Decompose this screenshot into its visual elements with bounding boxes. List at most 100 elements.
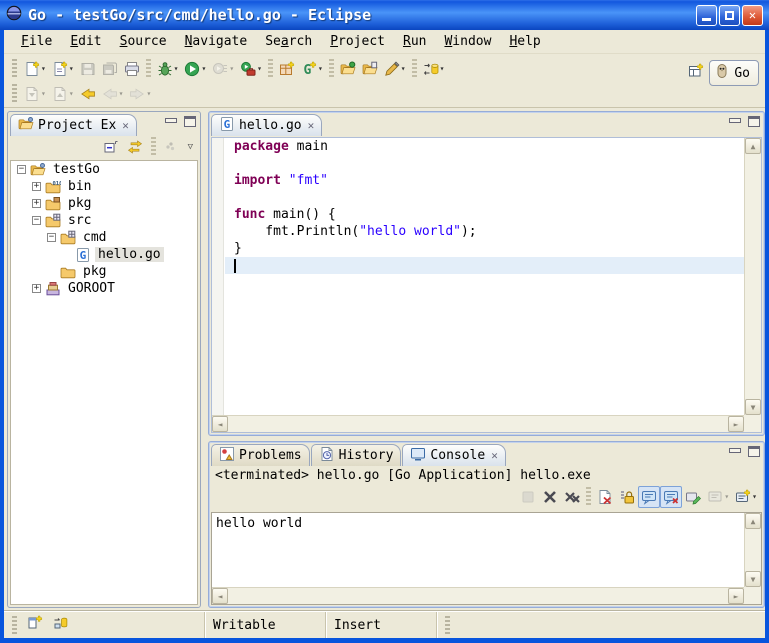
editor-vertical-scrollbar[interactable]: ▲ ▼ bbox=[744, 138, 761, 415]
debug-button[interactable]: ▾ bbox=[154, 58, 182, 80]
tree-expander-icon[interactable]: + bbox=[32, 182, 41, 191]
code-line-2[interactable] bbox=[225, 155, 744, 172]
console-horizontal-scrollbar[interactable]: ◄ ► bbox=[212, 587, 744, 604]
chevron-down-icon[interactable]: ▾ bbox=[146, 90, 151, 98]
toggle-mark-occurrences-button[interactable]: ▾ bbox=[420, 58, 448, 80]
scroll-left-icon[interactable]: ◄ bbox=[212, 416, 228, 432]
minimize-button[interactable] bbox=[696, 5, 717, 26]
minimize-view-button[interactable] bbox=[164, 116, 176, 127]
run-button[interactable]: ▾ bbox=[181, 58, 209, 80]
link-with-editor-button[interactable] bbox=[124, 136, 146, 158]
minimize-view-button[interactable] bbox=[728, 446, 740, 457]
collapse-all-button[interactable] bbox=[100, 136, 122, 158]
code-line-8[interactable] bbox=[225, 257, 744, 274]
new-project-button[interactable] bbox=[276, 58, 298, 80]
open-gopath-folder-button[interactable] bbox=[337, 58, 359, 80]
scroll-right-icon[interactable]: ► bbox=[728, 588, 744, 604]
mark-occurrences-trim-icon[interactable] bbox=[53, 615, 69, 635]
chevron-down-icon[interactable]: ▾ bbox=[229, 65, 234, 73]
chevron-down-icon[interactable]: ▾ bbox=[201, 65, 206, 73]
console-output[interactable]: hello world ▲ ▼ ◄ ► bbox=[211, 512, 762, 605]
clear-console-button[interactable] bbox=[594, 486, 616, 508]
tree-item-GOROOT[interactable]: +GOROOT bbox=[11, 280, 197, 297]
code-line-3[interactable]: import "fmt" bbox=[225, 172, 744, 189]
toolbar-drag-handle[interactable] bbox=[12, 84, 17, 104]
menu-navigate[interactable]: Navigate bbox=[176, 32, 257, 51]
tree-expander-icon[interactable]: − bbox=[17, 165, 26, 174]
tree-item-pkg[interactable]: +pkg bbox=[11, 195, 197, 212]
scroll-left-icon[interactable]: ◄ bbox=[212, 588, 228, 604]
scroll-lock-button[interactable] bbox=[616, 486, 638, 508]
tree-item-cmd[interactable]: −cmd bbox=[11, 229, 197, 246]
tree-expander-icon[interactable]: + bbox=[32, 199, 41, 208]
scroll-down-icon[interactable]: ▼ bbox=[745, 571, 761, 587]
annotation-ruler[interactable] bbox=[212, 138, 224, 415]
format-brush-button[interactable]: ▾ bbox=[381, 58, 409, 80]
menu-source[interactable]: Source bbox=[111, 32, 176, 51]
tab-project-explorer[interactable]: Project Ex ✕ bbox=[10, 114, 137, 136]
open-folder-button[interactable] bbox=[359, 58, 381, 80]
tab-problems[interactable]: Problems bbox=[211, 444, 310, 466]
tab-history[interactable]: History bbox=[311, 444, 402, 466]
tree-item-src[interactable]: −src bbox=[11, 212, 197, 229]
last-edit-location-button[interactable] bbox=[77, 83, 99, 105]
show-stdout-button[interactable] bbox=[638, 486, 660, 508]
maximize-button[interactable] bbox=[719, 5, 740, 26]
chevron-down-icon[interactable]: ▾ bbox=[174, 65, 179, 73]
menu-run[interactable]: Run bbox=[394, 32, 435, 51]
tree-item-bin[interactable]: +010bin bbox=[11, 178, 197, 195]
scroll-right-icon[interactable]: ► bbox=[728, 416, 744, 432]
menu-edit[interactable]: Edit bbox=[61, 32, 110, 51]
remove-launch-button[interactable] bbox=[539, 486, 561, 508]
chevron-down-icon[interactable]: ▾ bbox=[257, 65, 262, 73]
close-icon[interactable]: ✕ bbox=[306, 119, 315, 132]
close-icon[interactable]: ✕ bbox=[489, 449, 498, 462]
tree-expander-icon[interactable]: + bbox=[32, 284, 41, 293]
view-menu-dropdown-icon[interactable]: ▽ bbox=[185, 142, 196, 152]
menu-window[interactable]: Window bbox=[435, 32, 500, 51]
trim-drag-handle[interactable] bbox=[445, 616, 450, 634]
chevron-down-icon[interactable]: ▾ bbox=[119, 90, 124, 98]
menu-search[interactable]: Search bbox=[256, 32, 321, 51]
close-button[interactable]: ✕ bbox=[742, 5, 763, 26]
scroll-up-icon[interactable]: ▲ bbox=[745, 138, 761, 154]
tree-expander-icon[interactable]: − bbox=[32, 216, 41, 225]
code-editor[interactable]: package main import "fmt" func main() { fm… bbox=[211, 137, 762, 433]
code-line-6[interactable]: fmt.Println("hello world"); bbox=[225, 223, 744, 240]
code-line-5[interactable]: func main() { bbox=[225, 206, 744, 223]
console-vertical-scrollbar[interactable]: ▲ ▼ bbox=[744, 513, 761, 587]
maximize-view-button[interactable] bbox=[748, 446, 760, 457]
scroll-up-icon[interactable]: ▲ bbox=[745, 513, 761, 529]
trim-drag-handle[interactable] bbox=[12, 616, 17, 634]
chevron-down-icon[interactable]: ▾ bbox=[318, 65, 323, 73]
open-perspective-icon[interactable] bbox=[688, 63, 704, 83]
code-line-4[interactable] bbox=[225, 189, 744, 206]
tree-item-hello.go[interactable]: Ghello.go bbox=[11, 246, 197, 263]
menu-help[interactable]: Help bbox=[500, 32, 549, 51]
code-line-7[interactable]: } bbox=[225, 240, 744, 257]
toolbar-drag-handle[interactable] bbox=[12, 59, 17, 79]
minimize-view-button[interactable] bbox=[728, 116, 740, 127]
print-button[interactable] bbox=[121, 58, 143, 80]
menu-file[interactable]: File bbox=[12, 32, 61, 51]
new-go-element-button[interactable]: G▾ bbox=[298, 58, 326, 80]
maximize-view-button[interactable] bbox=[184, 116, 196, 127]
pin-console-button[interactable] bbox=[682, 486, 704, 508]
chevron-down-icon[interactable]: ▾ bbox=[41, 65, 46, 73]
chevron-down-icon[interactable]: ▾ bbox=[401, 65, 406, 73]
menu-project[interactable]: Project bbox=[321, 32, 394, 51]
tree-item-testGo[interactable]: −testGo bbox=[11, 161, 197, 178]
fast-view-icon[interactable] bbox=[27, 615, 43, 635]
chevron-down-icon[interactable]: ▾ bbox=[440, 65, 445, 73]
show-stderr-button[interactable] bbox=[660, 486, 682, 508]
new-file-button[interactable]: ▾ bbox=[49, 58, 77, 80]
editor-horizontal-scrollbar[interactable]: ◄ ► bbox=[212, 415, 744, 432]
remove-all-terminated-button[interactable] bbox=[561, 486, 583, 508]
open-console-button[interactable]: ▾ bbox=[732, 486, 760, 508]
tab-console[interactable]: Console ✕ bbox=[402, 444, 505, 466]
new-wizard-button[interactable]: ▾ bbox=[21, 58, 49, 80]
code-line-1[interactable]: package main bbox=[225, 138, 744, 155]
maximize-view-button[interactable] bbox=[748, 116, 760, 127]
tree-expander-icon[interactable]: − bbox=[47, 233, 56, 242]
chevron-down-icon[interactable]: ▾ bbox=[724, 493, 729, 501]
